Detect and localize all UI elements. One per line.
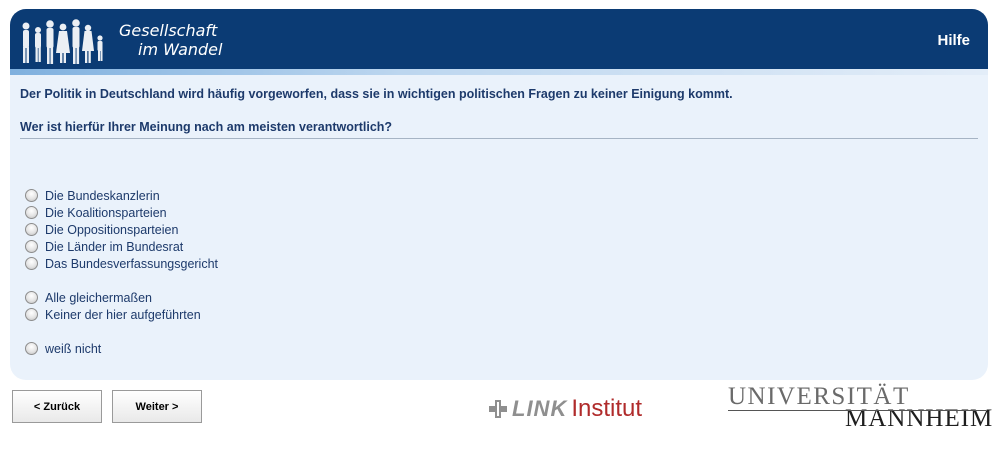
answer-label: weiß nicht [45,341,102,356]
divider [20,138,978,139]
radio-button[interactable] [25,223,38,236]
intro-text: Der Politik in Deutschland wird häufig v… [20,87,733,101]
university-mannheim-logo: UNIVERSITÄT MANNHEIM [728,384,994,432]
people-figures-logo [22,19,103,64]
answer-option-oppositionsparteien[interactable]: Die Oppositionsparteien [25,221,178,238]
answer-label: Die Oppositionsparteien [45,222,179,237]
back-button[interactable]: < Zurück [12,390,102,423]
answer-option-bundeskanzlerin[interactable]: Die Bundeskanzlerin [25,187,160,204]
mannheim-word: MANNHEIM [845,405,994,432]
answer-label: Die Koalitionsparteien [45,205,167,220]
answer-option-koalitionsparteien[interactable]: Die Koalitionsparteien [25,204,167,221]
radio-button[interactable] [25,206,38,219]
link-cross-icon [489,400,507,418]
next-button[interactable]: Weiter > [112,390,202,423]
radio-button[interactable] [25,257,38,270]
logo-rule [728,410,986,411]
answer-label: Das Bundesverfassungsgericht [45,256,219,271]
survey-panel: Gesellschaft im Wandel Hilfe Der Politik… [10,9,988,380]
answer-option-bundesrat[interactable]: Die Länder im Bundesrat [25,238,183,255]
brand-line-1: Gesellschaft [119,21,218,40]
brand-logo-text: Gesellschaft im Wandel [116,21,222,59]
link-wordmark: LINK [512,396,568,421]
header-accent-band [10,69,988,75]
answer-option-weiss-nicht[interactable]: weiß nicht [25,340,101,357]
answer-label: Keiner der hier aufgeführten [45,307,201,322]
answer-option-alle-gleichermassen[interactable]: Alle gleichermaßen [25,289,152,306]
link-institut-logo: LINK Institut [488,392,642,426]
answer-label: Die Bundeskanzlerin [45,188,160,203]
answer-option-bundesverfassungsgericht[interactable]: Das Bundesverfassungsgericht [25,255,218,272]
answer-label: Alle gleichermaßen [45,290,152,305]
link-institut-text: Institut [571,395,643,422]
answer-label: Die Länder im Bundesrat [45,239,184,254]
radio-button[interactable] [25,240,38,253]
answer-option-keiner[interactable]: Keiner der hier aufgeführten [25,306,201,323]
radio-button[interactable] [25,308,38,321]
brand-line-2: im Wandel [138,40,223,59]
question-text: Wer ist hierfür Ihrer Meinung nach am me… [20,120,393,134]
radio-button[interactable] [25,189,38,202]
radio-button[interactable] [25,342,38,355]
radio-button[interactable] [25,291,38,304]
help-link[interactable]: Hilfe [937,32,970,49]
header-bar: Gesellschaft im Wandel Hilfe [10,9,988,69]
